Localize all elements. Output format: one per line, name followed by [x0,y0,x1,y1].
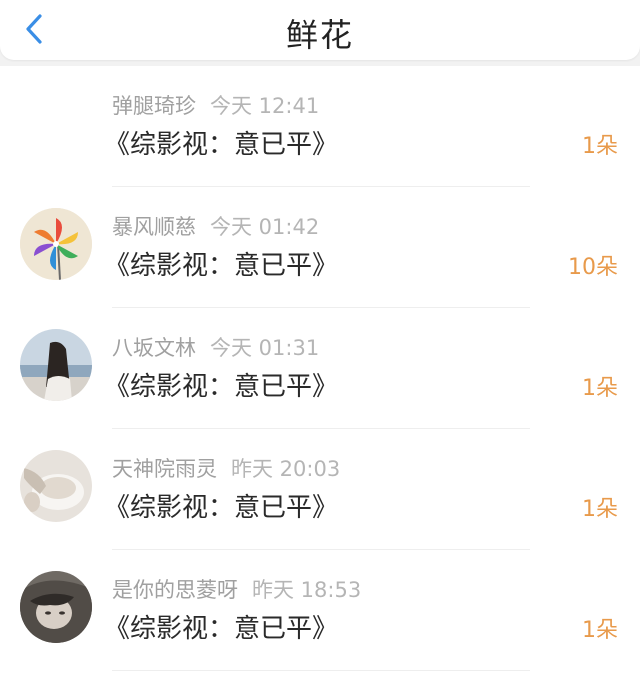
flower-count: 10朵 [568,255,618,280]
user-name: 是你的思菱呀 [112,578,238,602]
flower-count: 1朵 [582,497,618,522]
book-title[interactable]: 《综影视：意已平》 [104,608,338,645]
timestamp: 今天 12:41 [210,94,320,118]
item-meta: 八坂文林 今天 01:31 [112,332,319,362]
flower-count: 1朵 [582,376,618,401]
avatar[interactable] [20,87,92,159]
list-item[interactable]: 暴风顺慈 今天 01:42 《综影视：意已平》 10朵 [0,187,640,308]
flower-count: 1朵 [582,134,618,159]
avatar[interactable] [20,208,92,280]
user-name: 暴风顺慈 [112,215,196,239]
user-name: 八坂文林 [112,336,196,360]
page-title: 鲜花 [285,16,354,54]
timestamp: 今天 01:42 [210,215,320,239]
book-title[interactable]: 《综影视：意已平》 [104,366,338,403]
list-item[interactable]: 天神院雨灵 昨天 20:03 《综影视：意已平》 1朵 [0,429,640,550]
book-title[interactable]: 《综影视：意已平》 [104,245,338,282]
user-name: 天神院雨灵 [112,457,217,481]
item-meta: 弹腿琦珍 今天 12:41 [112,90,319,120]
list-item[interactable]: 八坂文林 今天 01:31 《综影视：意已平》 1朵 [0,308,640,429]
item-meta: 天神院雨灵 昨天 20:03 [112,453,340,483]
timestamp: 今天 01:31 [210,336,320,360]
book-title[interactable]: 《综影视：意已平》 [104,124,338,161]
pinwheel-image [20,208,92,280]
book-title[interactable]: 《综影视：意已平》 [104,487,338,524]
flower-list: 弹腿琦珍 今天 12:41 《综影视：意已平》 1朵 暴风顺慈 今天 01:42 《… [0,66,640,679]
item-meta: 暴风顺慈 今天 01:42 [112,211,319,241]
list-item[interactable]: 是你的思菱呀 昨天 18:53 《综影视：意已平》 1朵 [0,550,640,671]
avatar[interactable] [20,329,92,401]
timestamp: 昨天 20:03 [231,457,341,481]
app-header: 鲜花 [0,0,640,60]
timestamp: 昨天 18:53 [252,578,362,602]
user-name: 弹腿琦珍 [112,94,196,118]
list-item[interactable]: 弹腿琦珍 今天 12:41 《综影视：意已平》 1朵 [0,66,640,187]
flower-count: 1朵 [582,618,618,643]
avatar[interactable] [20,571,92,643]
girl-by-sea-image [20,329,92,401]
avatar[interactable] [20,450,92,522]
tea-cup-image [20,450,92,522]
item-meta: 是你的思菱呀 昨天 18:53 [112,574,361,604]
woman-portrait-image [20,571,92,643]
